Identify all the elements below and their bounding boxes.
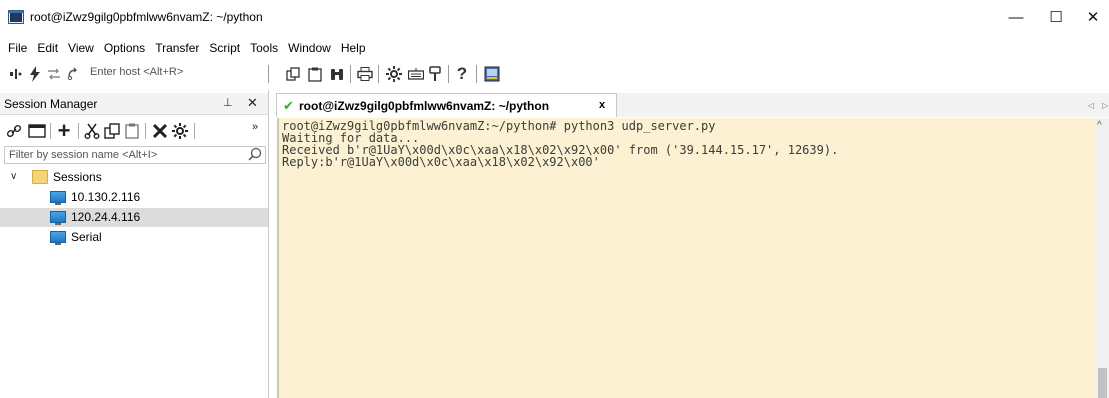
- toolbar-separator: [268, 65, 269, 83]
- toolbar-separator: [50, 123, 51, 139]
- tree-item-label: 120.24.4.116: [71, 210, 141, 224]
- cut-scissors-icon[interactable]: [84, 121, 100, 141]
- enter-host-field[interactable]: Enter host <Alt+R>: [90, 66, 183, 78]
- print-icon[interactable]: [357, 65, 373, 83]
- keymap-keyboard-icon[interactable]: [408, 65, 424, 83]
- scroll-up-icon[interactable]: ^: [1097, 120, 1102, 131]
- session-filter-input[interactable]: Filter by session name <Alt+I>: [4, 146, 266, 164]
- help-question-icon[interactable]: ?: [456, 64, 468, 83]
- tab-scroll-left-icon[interactable]: ◁: [1088, 101, 1094, 110]
- toolbar-separator: [78, 123, 79, 139]
- panel-divider[interactable]: [268, 90, 269, 398]
- sftp-icon[interactable]: [428, 65, 442, 83]
- menu-tools[interactable]: Tools: [246, 41, 282, 55]
- tree-item-label: Serial: [71, 230, 102, 244]
- search-icon[interactable]: [248, 147, 262, 164]
- toolbar-separator: [145, 123, 146, 139]
- menu-options[interactable]: Options: [100, 41, 149, 55]
- pin-icon[interactable]: ⊥: [223, 96, 233, 109]
- properties-gear-icon[interactable]: [172, 121, 188, 141]
- tab-label: root@iZwz9gilg0pbfmlww6nvamZ: ~/python: [299, 99, 550, 113]
- copy-icon[interactable]: [286, 65, 300, 83]
- securecrt-app-icon: [8, 10, 24, 24]
- monitor-icon: [50, 231, 66, 245]
- session-manager-header: Session Manager ⊥ ✕: [0, 93, 268, 115]
- toolbar-separator: [448, 65, 449, 83]
- session-manager-toolbar: + »: [0, 117, 268, 143]
- chevron-down-icon[interactable]: ∨: [10, 171, 17, 182]
- quick-connect-icon[interactable]: [8, 65, 24, 83]
- disconnect-icon[interactable]: [46, 65, 62, 83]
- delete-x-icon[interactable]: [152, 121, 168, 141]
- main-toolbar: Enter host <Alt+R> ?: [0, 62, 1109, 86]
- session-tab-strip: ✔ root@iZwz9gilg0pbfmlww6nvamZ: ~/python…: [276, 93, 1109, 117]
- session-manager-close-button[interactable]: ✕: [247, 95, 258, 111]
- tree-item-session-selected[interactable]: 120.24.4.116: [0, 208, 268, 227]
- connect-lightning-icon[interactable]: [28, 65, 42, 83]
- menu-edit[interactable]: Edit: [33, 41, 62, 55]
- filter-placeholder: Filter by session name <Alt+I>: [9, 149, 158, 161]
- menu-transfer[interactable]: Transfer: [151, 41, 203, 55]
- reconnect-icon[interactable]: [66, 65, 82, 83]
- session-window-icon[interactable]: [28, 121, 46, 141]
- monitor-icon: [50, 211, 66, 225]
- terminal-scrollbar[interactable]: ^: [1096, 118, 1109, 398]
- toolbar-separator: [350, 65, 351, 83]
- menu-window[interactable]: Window: [284, 41, 335, 55]
- terminal-area[interactable]: root@iZwz9gilg0pbfmlww6nvamZ:~/python# p…: [277, 118, 1096, 398]
- find-binoculars-icon[interactable]: [330, 65, 344, 83]
- add-session-plus-icon[interactable]: +: [56, 118, 72, 143]
- scrollbar-thumb[interactable]: [1098, 368, 1107, 398]
- link-icon[interactable]: [6, 121, 22, 141]
- title-bar: root@iZwz9gilg0pbfmlww6nvamZ: ~/python —…: [0, 0, 1109, 34]
- tab-scroll-right-icon[interactable]: ▷: [1102, 101, 1108, 110]
- menu-bar: File Edit View Options Transfer Script T…: [0, 38, 372, 58]
- menu-script[interactable]: Script: [205, 41, 244, 55]
- close-window-button[interactable]: ✕: [1070, 0, 1109, 34]
- tab-close-icon[interactable]: x: [599, 99, 605, 111]
- screenshot-icon[interactable]: [484, 65, 500, 83]
- monitor-icon: [50, 191, 66, 205]
- tree-folder-sessions[interactable]: ∨ Sessions: [0, 168, 268, 187]
- menu-help[interactable]: Help: [337, 41, 370, 55]
- session-manager-title: Session Manager: [4, 97, 98, 111]
- menu-file[interactable]: File: [4, 41, 31, 55]
- tree-item-label: 10.130.2.116: [71, 190, 141, 204]
- terminal-line: Reply:b'r@1UaY\x00d\x0c\xaa\x18\x02\x92\…: [282, 155, 600, 169]
- tree-item-session[interactable]: 10.130.2.116: [0, 188, 268, 207]
- copy-icon[interactable]: [104, 121, 120, 141]
- paste-icon[interactable]: [308, 65, 322, 83]
- settings-gear-icon[interactable]: [386, 65, 402, 83]
- tab-session[interactable]: ✔ root@iZwz9gilg0pbfmlww6nvamZ: ~/python…: [276, 93, 617, 117]
- toolbar-separator: [194, 123, 195, 139]
- menu-view[interactable]: View: [64, 41, 98, 55]
- window-title: root@iZwz9gilg0pbfmlww6nvamZ: ~/python: [30, 10, 263, 24]
- paste-icon[interactable]: [124, 121, 140, 141]
- connected-check-icon: ✔: [283, 98, 294, 113]
- overflow-chevron-icon[interactable]: »: [250, 117, 260, 137]
- folder-icon: [32, 170, 48, 184]
- toolbar-separator: [476, 65, 477, 83]
- toolbar-separator: [378, 65, 379, 83]
- tree-folder-label: Sessions: [53, 170, 102, 184]
- tree-item-serial[interactable]: Serial: [0, 228, 268, 247]
